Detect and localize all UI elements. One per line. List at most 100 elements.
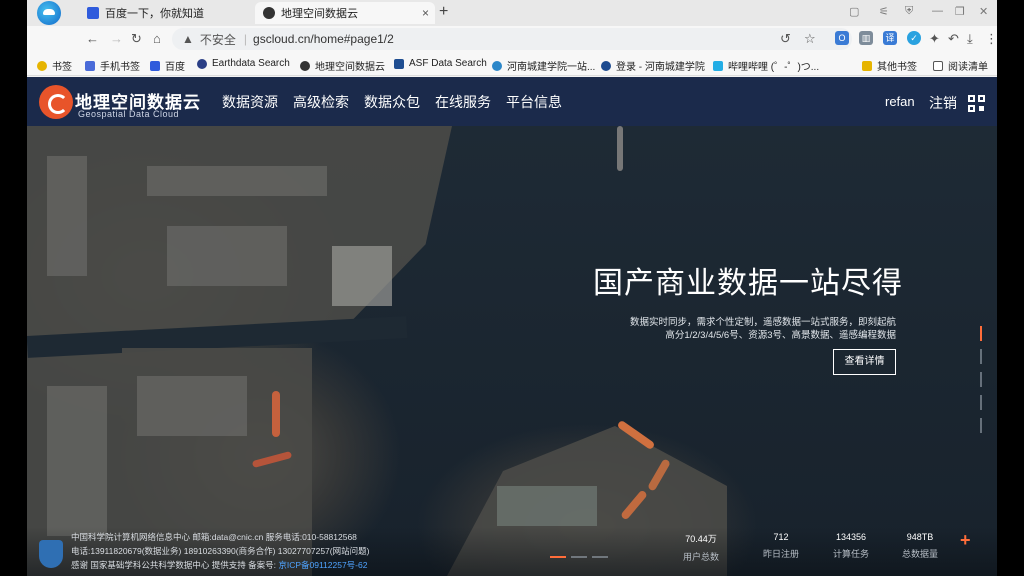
footer-line-1: 中国科学院计算机网络信息中心 邮箱:data@cnic.cn 服务电话:010-… — [71, 532, 357, 542]
site-logo-icon[interactable] — [39, 85, 73, 119]
new-tab-button[interactable]: + — [439, 3, 448, 21]
reading-list[interactable]: 阅读清单 — [933, 58, 988, 73]
bookmark-label: ASF Data Search — [409, 58, 487, 69]
bookmark-item[interactable]: 登录 - 河南城建学院 — [601, 58, 705, 73]
extensions-icon[interactable]: ⛨ — [905, 5, 913, 18]
pager-dot[interactable] — [592, 556, 608, 558]
window-close-icon[interactable]: ✕ — [979, 5, 988, 18]
stat-label: 用户总数 — [682, 552, 719, 562]
url-separator: | — [243, 32, 248, 46]
username-link[interactable]: refan — [885, 94, 915, 109]
read-aloud-icon[interactable]: ↺ — [780, 31, 791, 47]
bookmark-item[interactable]: Earthdata Search — [197, 58, 290, 69]
collections-icon[interactable]: ⚟ — [879, 5, 889, 18]
footer-line-2: 电话:13911820679(数据业务) 18910263390(商务合作) 1… — [71, 546, 370, 556]
browser-window: 百度一下，你就知道 地理空间数据云 × + ▢ ⚟ ⛨ — ❐ ✕ ← → ↻ … — [27, 0, 997, 576]
bookmark-item[interactable]: 哔哩哔哩 (゜-゜)つ... — [713, 58, 819, 73]
nav-data-resources[interactable]: 数据资源 — [222, 92, 278, 112]
tab-actions-icon[interactable]: ▢ — [849, 5, 859, 18]
view-details-button[interactable]: 查看详情 — [833, 349, 896, 375]
nav-advanced-search[interactable]: 高级检索 — [293, 92, 349, 112]
close-tab-icon[interactable]: × — [422, 6, 429, 20]
nav-platform-info[interactable]: 平台信息 — [506, 92, 562, 112]
slide-dot[interactable] — [980, 395, 982, 410]
pager-dot[interactable] — [571, 556, 587, 558]
nav-data-crowdsourcing[interactable]: 数据众包 — [364, 92, 420, 112]
pager-dot[interactable] — [550, 556, 566, 558]
translate-icon[interactable]: 译 — [883, 31, 897, 45]
extension-grid-icon[interactable]: ▥ — [859, 31, 873, 45]
minimize-icon[interactable]: — — [932, 5, 943, 17]
warning-icon[interactable]: ▲ — [182, 32, 194, 46]
history-icon[interactable]: ↶ — [948, 31, 959, 47]
bookmark-label: 阅读清单 — [948, 62, 988, 73]
mobile-icon — [85, 60, 95, 71]
hero-banner: 国产商业数据一站尽得 数据实时同步，需求个性定制，遥感数据一站式服务，即刻起航 … — [27, 126, 997, 576]
gscloud-favicon-icon — [263, 7, 275, 19]
back-icon[interactable]: ← — [86, 31, 99, 46]
extension-vpn-icon[interactable]: ✓ — [907, 31, 921, 45]
refresh-icon[interactable]: ↻ — [131, 31, 142, 47]
extension-o-icon[interactable]: O — [835, 31, 849, 45]
puzzle-icon[interactable]: ✦ — [929, 31, 940, 47]
satellite-buildings — [47, 156, 87, 276]
cas-shield-icon — [39, 540, 63, 568]
bookmark-item[interactable]: 书签 — [37, 58, 72, 73]
asf-icon — [394, 58, 404, 69]
bookmark-item[interactable]: 河南城建学院一站... — [492, 58, 595, 73]
icp-link[interactable]: 京ICP备09112257号-62 — [278, 560, 367, 570]
stat-label: 昨日注册 — [762, 549, 799, 559]
url-field[interactable]: ▲ 不安全 | gscloud.cn/home#page1/2 — [172, 28, 852, 50]
stat-data-volume: 948TB 总数据量 — [884, 532, 956, 560]
download-icon[interactable]: ⤓ — [967, 31, 973, 47]
bookmark-item[interactable]: 百度 — [150, 58, 185, 73]
tab-title: 地理空间数据云 — [281, 8, 358, 20]
bookmark-label: 哔哩哔哩 (゜-゜)つ... — [728, 62, 820, 73]
stat-yesterday: 712 昨日注册 — [745, 532, 817, 560]
bookmark-label: 登录 - 河南城建学院 — [616, 62, 705, 73]
tab-strip: 百度一下，你就知道 地理空间数据云 × + ▢ ⚟ ⛨ — ❐ ✕ — [27, 0, 997, 26]
bookmark-item[interactable]: 手机书签 — [85, 58, 140, 73]
footer-thanks: 感谢 国家基础学科公共科学数据中心 提供支持 备案号: — [71, 560, 276, 570]
expand-plus-icon[interactable]: + — [960, 530, 971, 551]
carousel-pager — [550, 556, 613, 558]
stat-users: 70.44万 用户总数 — [665, 532, 737, 563]
bookmark-label: 书签 — [52, 62, 72, 73]
tab-baidu[interactable]: 百度一下，你就知道 — [79, 2, 247, 24]
slide-dot[interactable] — [980, 418, 982, 433]
url-text: gscloud.cn/home#page1/2 — [253, 32, 394, 46]
site-brand-sub: Geospatial Data Cloud — [78, 109, 180, 119]
stat-value: 948TB — [906, 532, 934, 542]
earthdata-icon — [197, 58, 207, 69]
login-icon — [601, 60, 611, 71]
satellite-ship — [272, 391, 280, 437]
globe-icon — [492, 60, 502, 71]
slide-dot[interactable] — [980, 372, 982, 387]
tab-gscloud[interactable]: 地理空间数据云 × — [255, 2, 435, 24]
home-icon[interactable]: ⌂ — [153, 31, 161, 46]
menu-icon[interactable]: ⋮ — [985, 31, 997, 47]
bookmark-folder[interactable]: 其他书签 — [862, 58, 917, 73]
qr-code-icon[interactable] — [968, 95, 985, 112]
nav-online-services[interactable]: 在线服务 — [435, 92, 491, 112]
bookmark-label: 手机书签 — [100, 62, 140, 73]
slide-dot[interactable] — [980, 326, 982, 341]
slide-dot[interactable] — [980, 349, 982, 364]
bookmarks-bar: 书签 手机书签 百度 Earthdata Search 地理空间数据云 ASF … — [27, 52, 997, 76]
satellite-buildings — [332, 246, 392, 306]
maximize-icon[interactable]: ❐ — [955, 5, 965, 18]
address-bar-row: ← → ↻ ⌂ ▲ 不安全 | gscloud.cn/home#page1/2 … — [27, 26, 997, 52]
bookmark-item[interactable]: ASF Data Search — [394, 58, 487, 69]
main-nav: 数据资源 高级检索 数据众包 在线服务 平台信息 — [222, 92, 577, 112]
folder-icon — [862, 60, 872, 71]
reading-list-icon — [933, 60, 943, 71]
forward-icon[interactable]: → — [110, 31, 123, 46]
stat-value: 134356 — [835, 532, 867, 542]
satellite-buildings — [497, 486, 597, 526]
stat-label: 计算任务 — [832, 549, 869, 559]
logout-link[interactable]: 注销 — [929, 93, 957, 113]
edge-browser-icon[interactable] — [37, 1, 61, 25]
bookmark-item[interactable]: 地理空间数据云 — [300, 58, 385, 73]
bookmark-label: 地理空间数据云 — [315, 62, 385, 73]
favorite-star-icon[interactable]: ☆ — [804, 31, 816, 47]
